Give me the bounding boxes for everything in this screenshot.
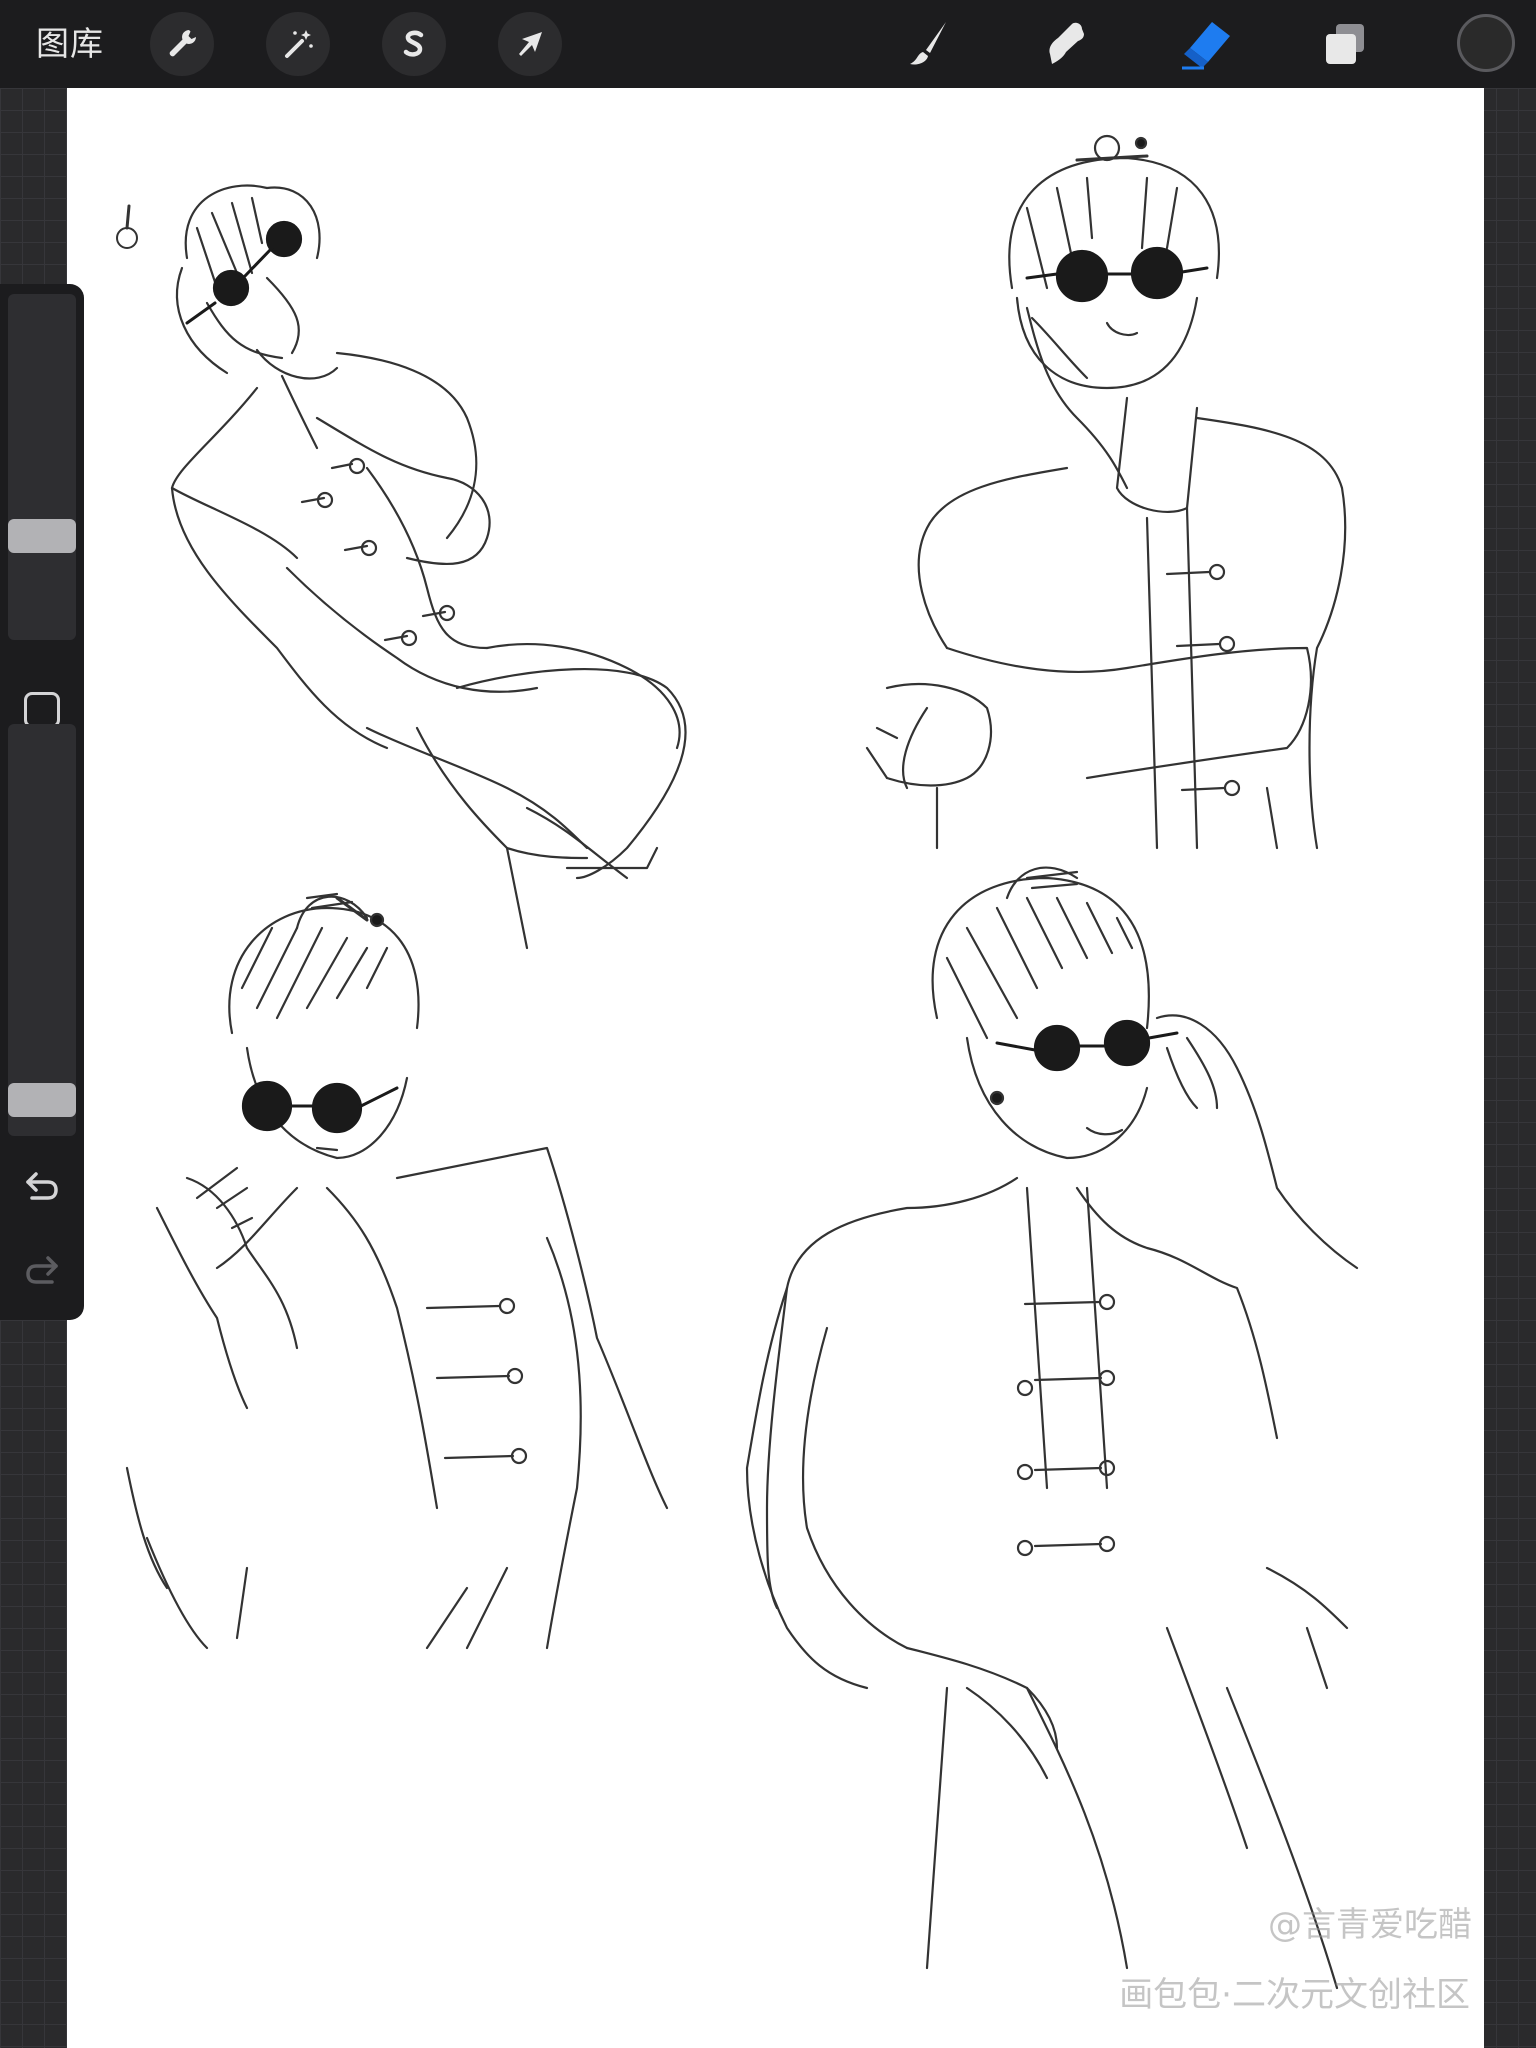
redo-button[interactable] — [20, 1248, 64, 1292]
selection-s-icon — [403, 30, 424, 57]
selection-button[interactable] — [382, 12, 446, 76]
top-toolbar: 图库 — [0, 0, 1536, 88]
arrow-transform-icon — [519, 32, 542, 56]
sketch-figure-2 — [865, 134, 1347, 850]
sketch-artwork — [116, 134, 1359, 1990]
brush-size-thumb[interactable] — [8, 519, 76, 553]
brush-opacity-thumb[interactable] — [8, 1083, 76, 1117]
transform-button[interactable] — [498, 12, 562, 76]
brush-icon — [910, 22, 946, 65]
sketch-figure-3 — [125, 892, 669, 1650]
brush-size-slider[interactable] — [8, 294, 76, 640]
modify-square-icon[interactable] — [24, 692, 60, 728]
layers-icon — [1326, 24, 1364, 64]
color-swatch[interactable] — [1457, 14, 1515, 72]
drawing-canvas[interactable]: @言青爱吃醋 画包包·二次元文创社区 — [67, 88, 1484, 2048]
watermark-author: @言青爱吃醋 — [1268, 1905, 1472, 1945]
smudge-icon — [1049, 22, 1084, 64]
sketch-figure-1 — [116, 184, 687, 950]
brush-opacity-slider[interactable] — [8, 724, 76, 1136]
adjustments-button[interactable] — [266, 12, 330, 76]
layers-tool[interactable] — [1316, 14, 1376, 74]
sketch-figure-4 — [745, 866, 1359, 1990]
gallery-button[interactable]: 图库 — [36, 22, 104, 66]
redo-icon — [26, 1256, 58, 1284]
eraser-tool[interactable] — [1176, 14, 1236, 74]
eraser-icon — [1182, 22, 1230, 70]
actions-button[interactable] — [150, 12, 214, 76]
undo-icon — [26, 1172, 58, 1200]
wrench-icon — [169, 30, 196, 57]
magic-wand-icon — [285, 30, 313, 58]
left-sidebar — [0, 284, 84, 1320]
smudge-tool[interactable] — [1036, 14, 1096, 74]
undo-button[interactable] — [20, 1164, 64, 1208]
watermark-site: 画包包·二次元文创社区 — [1119, 1975, 1470, 2015]
brush-tool[interactable] — [898, 14, 958, 74]
